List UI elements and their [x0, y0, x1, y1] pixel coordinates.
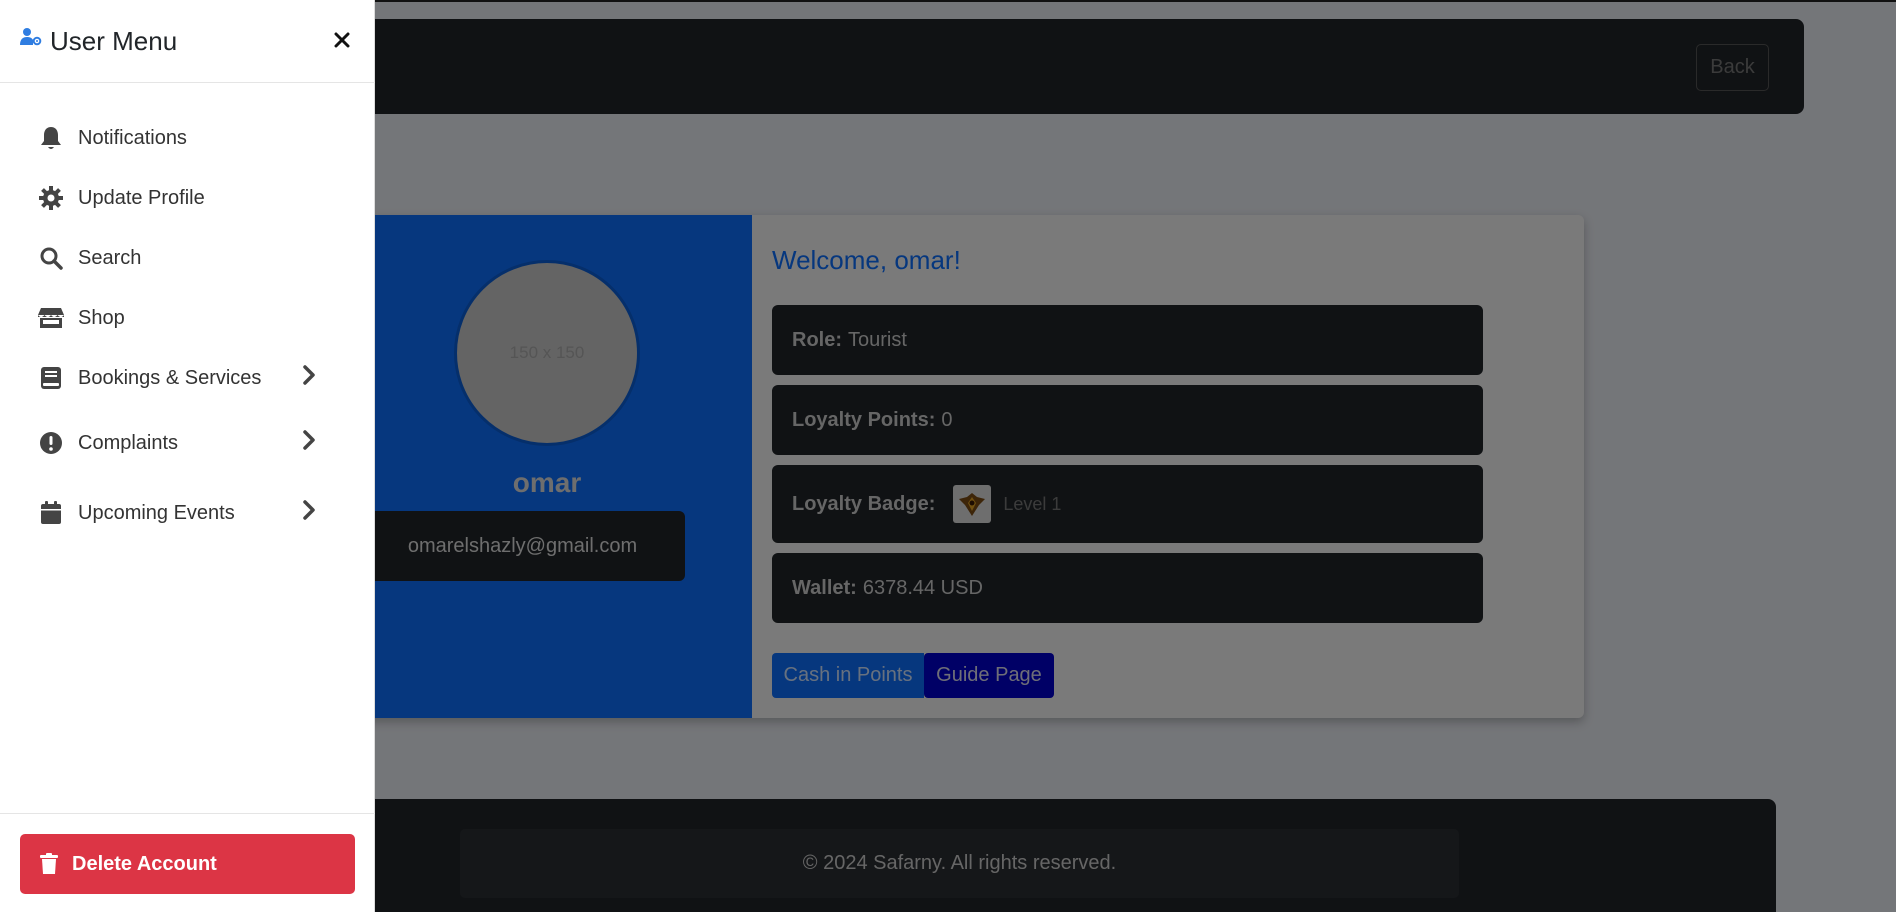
chevron-right-icon	[302, 364, 316, 392]
menu-item-upcoming-events[interactable]: Upcoming Events	[38, 478, 338, 548]
trash-icon	[40, 853, 58, 875]
delete-account-label: Delete Account	[72, 852, 217, 875]
menu-item-bookings-services[interactable]: Bookings & Services	[38, 348, 338, 408]
calendar-icon	[38, 500, 64, 526]
menu-item-search[interactable]: Search	[38, 228, 338, 288]
menu-item-label: Shop	[78, 306, 125, 329]
menu-item-notifications[interactable]: Notifications	[38, 108, 338, 168]
menu-item-update-profile[interactable]: Update Profile	[38, 168, 338, 228]
user-menu-divider	[0, 813, 375, 814]
menu-item-complaints[interactable]: Complaints	[38, 408, 338, 478]
menu-item-label: Notifications	[78, 126, 187, 149]
user-menu-list: Notifications Update Profile Search Shop…	[38, 108, 338, 548]
delete-account-button[interactable]: Delete Account	[20, 834, 355, 894]
menu-item-label: Update Profile	[78, 186, 205, 209]
chevron-right-icon	[302, 429, 316, 457]
user-menu-title-text: User Menu	[50, 25, 178, 56]
search-icon	[38, 245, 64, 271]
menu-item-label: Search	[78, 246, 142, 269]
user-menu-header: User Menu	[0, 0, 375, 83]
menu-item-label: Upcoming Events	[78, 501, 235, 524]
close-icon[interactable]	[331, 29, 353, 51]
bell-icon	[38, 125, 64, 151]
exclamation-circle-icon	[38, 430, 64, 456]
user-menu-title: User Menu	[20, 26, 177, 57]
menu-item-label: Bookings & Services	[78, 366, 262, 389]
store-icon	[38, 305, 64, 331]
user-gear-icon	[20, 23, 42, 54]
gear-icon	[38, 185, 64, 211]
menu-item-label: Complaints	[78, 431, 179, 454]
book-icon	[38, 365, 64, 391]
menu-item-shop[interactable]: Shop	[38, 288, 338, 348]
user-menu-offcanvas: User Menu Notifications Update Profile S…	[0, 0, 375, 912]
chevron-right-icon	[302, 499, 316, 527]
